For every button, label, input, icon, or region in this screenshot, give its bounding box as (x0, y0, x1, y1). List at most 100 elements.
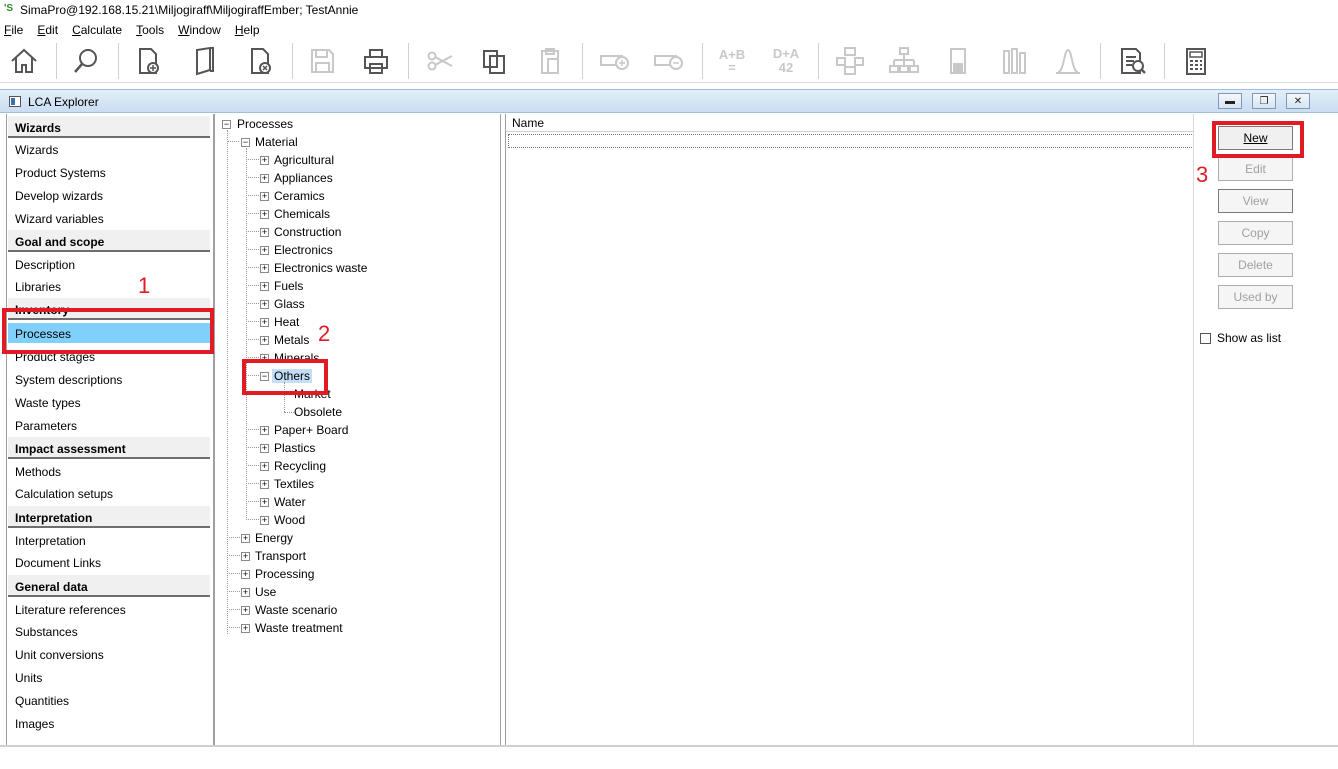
expand-icon[interactable]: + (260, 336, 269, 345)
tree-node-plastics[interactable]: Plastics (272, 441, 317, 455)
tree-node-construction[interactable]: Construction (272, 225, 343, 239)
search-icon[interactable] (66, 43, 106, 79)
remove-row-icon (648, 43, 688, 79)
tree-node-processes[interactable]: Processes (235, 117, 295, 131)
collapse-icon[interactable]: − (241, 138, 250, 147)
expand-icon[interactable]: + (260, 282, 269, 291)
column-header-name[interactable]: Name (506, 114, 1194, 132)
restore-icon[interactable]: ❐ (1252, 93, 1276, 109)
list-focus-row[interactable] (508, 134, 1194, 148)
menu-tools[interactable]: Tools (136, 21, 164, 39)
report-icon[interactable] (1112, 43, 1152, 79)
collapse-icon[interactable]: − (222, 120, 231, 129)
nav-item-description[interactable]: Description (8, 254, 210, 274)
tree-node-transport[interactable]: Transport (253, 549, 308, 563)
expand-icon[interactable]: + (260, 318, 269, 327)
tree-node-textiles[interactable]: Textiles (272, 477, 316, 491)
tree-node-paper-board[interactable]: Paper+ Board (272, 423, 350, 437)
open-book-icon[interactable] (184, 43, 224, 79)
menu-help[interactable]: Help (235, 21, 260, 39)
tree-node-fuels[interactable]: Fuels (272, 279, 305, 293)
close-document-icon[interactable] (240, 43, 280, 79)
used-by-button[interactable]: Used by (1218, 285, 1293, 309)
expand-icon[interactable]: + (260, 228, 269, 237)
tree-node-use[interactable]: Use (253, 585, 278, 599)
nav-item-methods[interactable]: Methods (8, 461, 210, 481)
tree-node-glass[interactable]: Glass (272, 297, 307, 311)
tree-node-recycling[interactable]: Recycling (272, 459, 328, 473)
nav-item-document-links[interactable]: Document Links (8, 552, 210, 572)
tree-node-energy[interactable]: Energy (253, 531, 295, 545)
expand-icon[interactable]: + (260, 516, 269, 525)
close-icon[interactable]: ✕ (1286, 93, 1310, 109)
tree-node-agricultural[interactable]: Agricultural (272, 153, 336, 167)
tree-node-chemicals[interactable]: Chemicals (272, 207, 332, 221)
nav-item-system-descriptions[interactable]: System descriptions (8, 369, 210, 389)
expand-icon[interactable]: + (241, 588, 250, 597)
copy-button[interactable]: Copy (1218, 221, 1293, 245)
delete-button[interactable]: Delete (1218, 253, 1293, 277)
new-document-icon[interactable] (128, 43, 168, 79)
nav-item-substances[interactable]: Substances (8, 621, 210, 641)
expand-icon[interactable]: + (260, 300, 269, 309)
home-icon[interactable] (4, 43, 44, 79)
expand-icon[interactable]: + (241, 606, 250, 615)
menu-calculate[interactable]: Calculate (72, 21, 122, 39)
expand-icon[interactable]: + (260, 210, 269, 219)
print-icon[interactable] (356, 43, 396, 79)
nav-item-calculation-setups[interactable]: Calculation setups (8, 483, 210, 503)
expand-icon[interactable]: + (241, 570, 250, 579)
expand-icon[interactable]: + (260, 192, 269, 201)
nav-item-literature-references[interactable]: Literature references (8, 599, 210, 619)
tree-node-wood[interactable]: Wood (272, 513, 307, 527)
tree-node-appliances[interactable]: Appliances (272, 171, 335, 185)
nav-item-waste-types[interactable]: Waste types (8, 392, 210, 412)
nav-item-parameters[interactable]: Parameters (8, 415, 210, 435)
tree-node-electronics-waste[interactable]: Electronics waste (272, 261, 369, 275)
left-navigation: Wizards Wizards Product Systems Develop … (6, 114, 214, 746)
tree-icon (884, 43, 924, 79)
nav-item-wizard-variables[interactable]: Wizard variables (8, 208, 210, 228)
expand-icon[interactable]: + (260, 444, 269, 453)
tree-node-ceramics[interactable]: Ceramics (272, 189, 327, 203)
nav-item-wizards[interactable]: Wizards (8, 139, 210, 159)
expand-icon[interactable]: + (241, 534, 250, 543)
nav-item-unit-conversions[interactable]: Unit conversions (8, 644, 210, 664)
nav-item-product-systems[interactable]: Product Systems (8, 162, 210, 182)
expand-icon[interactable]: + (260, 174, 269, 183)
show-as-list-checkbox[interactable] (1200, 333, 1211, 344)
tree-node-heat[interactable]: Heat (272, 315, 301, 329)
tree-node-electronics[interactable]: Electronics (272, 243, 335, 257)
edit-button[interactable]: Edit (1218, 157, 1293, 181)
menu-edit[interactable]: Edit (37, 21, 58, 39)
tree-node-waste-scenario[interactable]: Waste scenario (253, 603, 339, 617)
expand-icon[interactable]: + (260, 462, 269, 471)
nav-item-units[interactable]: Units (8, 667, 210, 687)
expand-icon[interactable]: + (241, 552, 250, 561)
process-list[interactable]: Name (505, 114, 1194, 746)
expand-icon[interactable]: + (241, 624, 250, 633)
menu-window[interactable]: Window (178, 21, 221, 39)
copy-icon[interactable] (474, 43, 514, 79)
nav-item-images[interactable]: Images (8, 713, 210, 733)
calculator-icon[interactable] (1176, 43, 1216, 79)
nav-item-libraries[interactable]: Libraries (8, 276, 210, 296)
expand-icon[interactable]: + (260, 264, 269, 273)
tree-node-processing[interactable]: Processing (253, 567, 316, 581)
tree-node-waste-treatment[interactable]: Waste treatment (253, 621, 345, 635)
menu-file[interactable]: File (4, 21, 23, 39)
expand-icon[interactable]: + (260, 156, 269, 165)
nav-item-interpretation[interactable]: Interpretation (8, 530, 210, 550)
expand-icon[interactable]: + (260, 480, 269, 489)
tree-node-material[interactable]: Material (253, 135, 300, 149)
expand-icon[interactable]: + (260, 498, 269, 507)
expand-icon[interactable]: + (260, 426, 269, 435)
nav-item-develop-wizards[interactable]: Develop wizards (8, 185, 210, 205)
minimize-icon[interactable]: ▬ (1218, 93, 1242, 109)
view-button[interactable]: View (1218, 189, 1293, 213)
tree-node-obsolete[interactable]: Obsolete (292, 405, 344, 419)
nav-item-quantities[interactable]: Quantities (8, 690, 210, 710)
tree-node-water[interactable]: Water (272, 495, 308, 509)
expand-icon[interactable]: + (260, 246, 269, 255)
tree-node-metals[interactable]: Metals (272, 333, 311, 347)
